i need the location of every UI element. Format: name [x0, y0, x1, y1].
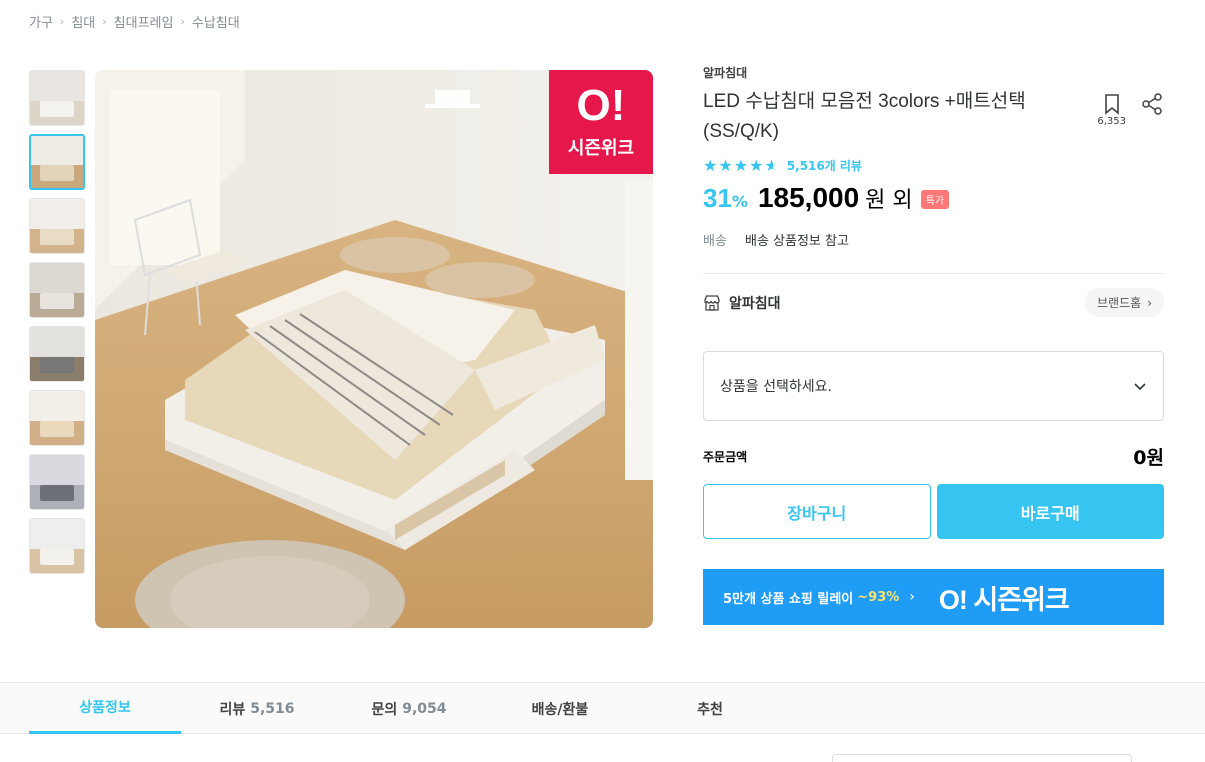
buy-now-button[interactable]: 바로구매: [936, 484, 1164, 539]
star-icon: ★: [733, 155, 749, 175]
product-main-image[interactable]: O! 시즌위크: [95, 70, 653, 628]
share-icon: [1142, 93, 1162, 115]
order-amount-label: 주문금액: [703, 450, 748, 464]
star-icon: ★: [718, 155, 733, 175]
tab-label: 상품정보: [79, 700, 131, 716]
season-week-banner[interactable]: 5만개 상품 쇼핑 릴레이 ~93% › O! 시즌위크: [703, 569, 1164, 625]
breadcrumb-bed-frame[interactable]: 침대프레임: [114, 12, 174, 31]
half-star-icon: ★: [764, 155, 779, 175]
tab-label: 문의: [371, 701, 398, 718]
bookmark-icon: [1104, 94, 1119, 115]
product-title: LED 수납침대 모음전 3colors +매트선택 (SS/Q/K): [703, 91, 1026, 142]
option-select[interactable]: 상품을 선택하세요.: [703, 351, 1164, 421]
brand-row: 알파침대 브랜드홈 ›: [703, 288, 1164, 317]
tab-reviews[interactable]: 리뷰 5,516: [181, 683, 333, 734]
tab-product-info[interactable]: 상품정보: [29, 683, 181, 734]
brand-home-label: 브랜드홈: [1097, 296, 1142, 310]
thumbnail-4[interactable]: [29, 262, 85, 318]
tab-label: 리뷰: [219, 701, 246, 718]
thumbnail-5[interactable]: [29, 326, 85, 382]
tab-shipping-refund[interactable]: 배송/환불: [485, 683, 635, 734]
chevron-right-icon: ›: [909, 589, 915, 605]
thumbnail-2[interactable]: [29, 134, 85, 190]
brand-name[interactable]: 알파침대: [703, 64, 1164, 81]
product-info: 알파침대 LED 수납침대 모음전 3colors +매트선택 (SS/Q/K)…: [703, 64, 1164, 625]
option-select-placeholder: 상품을 선택하세요.: [720, 379, 832, 395]
price-row: 31 % 185,000 원 외 특가: [703, 182, 1164, 214]
discount-rate: 31: [703, 183, 732, 213]
chevron-right-icon: ›: [102, 15, 107, 28]
banner-text: 5만개 상품 쇼핑 릴레이: [723, 591, 854, 607]
tab-label: 배송/환불: [531, 701, 589, 718]
order-amount-value: 0원: [1133, 447, 1164, 469]
scrap-button[interactable]: 6,353: [1097, 92, 1126, 127]
shipping-label: 배송: [703, 234, 727, 249]
chevron-right-icon: ›: [180, 15, 185, 28]
star-icon: ★: [749, 155, 764, 175]
brand-row-name: 알파침대: [729, 295, 781, 312]
add-to-cart-button[interactable]: 장바구니: [703, 484, 931, 539]
thumbnail-1[interactable]: [29, 70, 85, 126]
thumbnail-3[interactable]: [29, 198, 85, 254]
tab-qna[interactable]: 문의 9,054: [333, 683, 485, 734]
tab-count: 9,054: [402, 700, 447, 717]
breadcrumb-bed[interactable]: 침대: [71, 12, 95, 31]
breadcrumb: 가구 › 침대 › 침대프레임 › 수납침대: [29, 12, 240, 31]
scrap-count: 6,353: [1097, 116, 1126, 127]
breadcrumb-storage-bed[interactable]: 수납침대: [192, 12, 240, 31]
sale-price: 185,000: [757, 182, 860, 213]
tab-label: 추천: [697, 701, 723, 718]
thumbnail-8[interactable]: [29, 518, 85, 574]
shipping-value: 배송 상품정보 참고: [745, 234, 849, 249]
shipping-row: 배송 배송 상품정보 참고: [703, 230, 1164, 249]
badge-logo: O!: [576, 81, 626, 130]
thumbnail-6[interactable]: [29, 390, 85, 446]
rating-row[interactable]: ★ ★ ★ ★ ★ 5,516개 리뷰: [703, 157, 1164, 174]
chevron-right-icon: ›: [59, 15, 65, 28]
price-suffix: 원 외: [865, 188, 913, 213]
product-actions: 6,353: [1097, 92, 1164, 127]
purchase-buttons: 장바구니 바로구매: [703, 484, 1164, 539]
season-week-badge: O! 시즌위크: [549, 70, 653, 174]
order-amount-row: 주문금액 0원: [703, 443, 1164, 470]
sidebar-option-box: [832, 754, 1132, 762]
star-icon: ★: [703, 155, 718, 175]
tab-recommend[interactable]: 추천: [635, 683, 785, 734]
share-button[interactable]: [1140, 92, 1164, 127]
chevron-down-icon: [1134, 383, 1146, 391]
badge-label: 시즌위크: [567, 138, 635, 159]
store-icon: [704, 294, 720, 311]
divider: [703, 273, 1164, 274]
discount-percent-sign: %: [731, 192, 748, 211]
brand-home-button[interactable]: 브랜드홈 ›: [1085, 288, 1164, 317]
thumbnail-7[interactable]: [29, 454, 85, 510]
banner-percent: ~93%: [857, 589, 900, 605]
product-tabs: 상품정보 리뷰 5,516 문의 9,054 배송/환불 추천: [0, 682, 1205, 734]
brand-link[interactable]: 알파침대: [703, 293, 781, 313]
thumbnail-list: [29, 70, 85, 582]
rating-stars: ★ ★ ★ ★ ★: [703, 155, 779, 175]
breadcrumb-furniture[interactable]: 가구: [29, 12, 53, 31]
tab-count: 5,516: [250, 700, 295, 717]
special-badge: 특가: [920, 190, 950, 209]
banner-logo: O! 시즌위크: [938, 584, 1070, 615]
review-count[interactable]: 5,516개 리뷰: [787, 157, 862, 174]
chevron-right-icon: ›: [1147, 295, 1152, 310]
